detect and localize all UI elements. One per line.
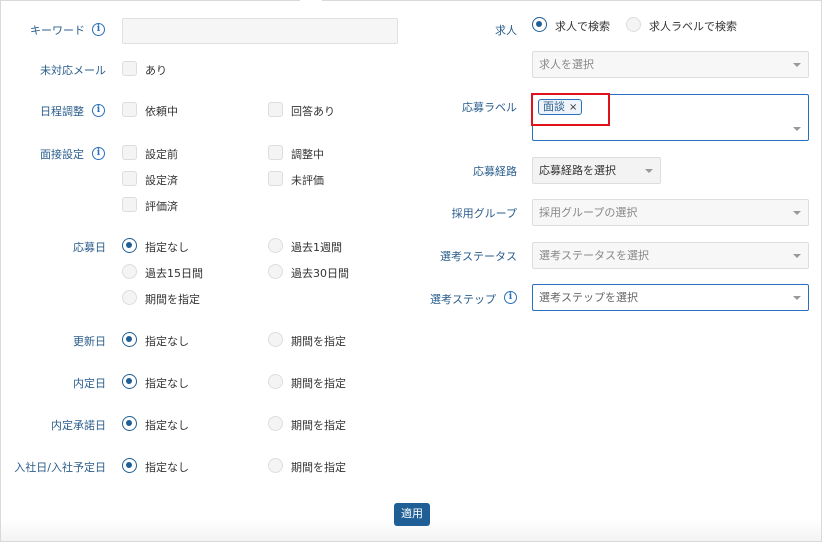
- offer-date-none-option: 指定なし: [145, 377, 189, 390]
- join-date-none-radio[interactable]: [122, 458, 137, 473]
- offer-date-none-radio[interactable]: [122, 374, 137, 389]
- interview-before-checkbox[interactable]: [122, 145, 137, 160]
- offer-date-label: 内定日: [73, 377, 106, 390]
- apply-date-none-radio[interactable]: [122, 238, 137, 253]
- apply-date-30days-radio[interactable]: [268, 264, 283, 279]
- schedule-info-icon[interactable]: i: [92, 104, 105, 117]
- update-date-range-radio[interactable]: [268, 332, 283, 347]
- unhandled-mail-label: 未対応メール: [40, 64, 106, 77]
- apply-route-placeholder: 応募経路を選択: [539, 164, 616, 177]
- apply-date-none-option: 指定なし: [145, 241, 189, 254]
- selection-step-info-icon[interactable]: i: [504, 291, 517, 304]
- job-select-placeholder: 求人を選択: [539, 58, 594, 71]
- unhandled-mail-option: あり: [145, 64, 167, 77]
- selection-status-placeholder: 選考ステータスを選択: [539, 249, 649, 262]
- offer-accept-date-range-option: 期間を指定: [291, 419, 346, 432]
- join-date-none-option: 指定なし: [145, 461, 189, 474]
- chevron-down-icon: [645, 169, 653, 173]
- schedule-answered-checkbox[interactable]: [268, 102, 283, 117]
- highlight-box: [531, 93, 610, 126]
- recruit-group-placeholder: 採用グループの選択: [539, 206, 638, 219]
- selection-status-label: 選考ステータス: [440, 250, 517, 263]
- interview-evaluated-checkbox[interactable]: [122, 197, 137, 212]
- selection-step-placeholder: 選考ステップを選択: [539, 291, 638, 304]
- interview-set-checkbox[interactable]: [122, 171, 137, 186]
- job-label: 求人: [495, 24, 517, 37]
- apply-button[interactable]: 適用: [394, 503, 430, 526]
- interview-setting-label: 面接設定: [40, 148, 84, 161]
- apply-date-range-radio[interactable]: [122, 290, 137, 305]
- join-date-range-option: 期間を指定: [291, 461, 346, 474]
- apply-route-label: 応募経路: [473, 165, 517, 178]
- apply-date-label: 応募日: [73, 241, 106, 254]
- job-label-search-radio[interactable]: [626, 17, 641, 32]
- offer-accept-date-none-radio[interactable]: [122, 416, 137, 431]
- job-select[interactable]: 求人を選択: [532, 51, 809, 78]
- offer-accept-date-range-radio[interactable]: [268, 416, 283, 431]
- chevron-down-icon: [793, 296, 801, 300]
- update-date-none-option: 指定なし: [145, 335, 189, 348]
- offer-date-range-option: 期間を指定: [291, 377, 346, 390]
- chevron-down-icon: [793, 63, 801, 67]
- unhandled-mail-checkbox[interactable]: [122, 61, 137, 76]
- offer-date-range-radio[interactable]: [268, 374, 283, 389]
- keyword-info-icon[interactable]: i: [92, 23, 105, 36]
- keyword-input[interactable]: [122, 18, 398, 44]
- offer-accept-date-none-option: 指定なし: [145, 419, 189, 432]
- job-search-radio[interactable]: [532, 17, 547, 32]
- schedule-label: 日程調整: [40, 105, 84, 118]
- interview-unevaluated-checkbox[interactable]: [268, 171, 283, 186]
- update-date-none-radio[interactable]: [122, 332, 137, 347]
- job-label-search-option: 求人ラベルで検索: [649, 20, 737, 33]
- chevron-down-icon: [793, 211, 801, 215]
- join-date-range-radio[interactable]: [268, 458, 283, 473]
- interview-setting-info-icon[interactable]: i: [92, 147, 105, 160]
- interview-evaluated-option: 評価済: [145, 200, 178, 213]
- schedule-requesting-option: 依頼中: [145, 105, 178, 118]
- interview-before-option: 設定前: [145, 148, 178, 161]
- schedule-requesting-checkbox[interactable]: [122, 102, 137, 117]
- recruit-group-label: 採用グループ: [451, 207, 517, 220]
- interview-set-option: 設定済: [145, 174, 178, 187]
- update-date-label: 更新日: [73, 335, 106, 348]
- apply-date-15days-radio[interactable]: [122, 264, 137, 279]
- selection-step-label: 選考ステップ: [430, 293, 496, 306]
- top-notch: [300, 0, 322, 2]
- offer-accept-date-label: 内定承諾日: [51, 419, 106, 432]
- apply-date-range-option: 期間を指定: [145, 293, 200, 306]
- apply-date-1week-radio[interactable]: [268, 238, 283, 253]
- apply-date-30days-option: 過去30日間: [291, 267, 349, 280]
- apply-date-1week-option: 過去1週間: [291, 241, 342, 254]
- job-search-option: 求人で検索: [555, 20, 610, 33]
- selection-status-select[interactable]: 選考ステータスを選択: [532, 242, 809, 269]
- selection-step-select[interactable]: 選考ステップを選択: [532, 284, 809, 311]
- apply-label-label: 応募ラベル: [462, 101, 517, 114]
- schedule-answered-option: 回答あり: [291, 105, 335, 118]
- join-date-label: 入社日/入社予定日: [14, 461, 106, 474]
- apply-route-select[interactable]: 応募経路を選択: [532, 157, 661, 184]
- recruit-group-select[interactable]: 採用グループの選択: [532, 199, 809, 226]
- interview-unevaluated-option: 未評価: [291, 174, 324, 187]
- chevron-down-icon: [793, 254, 801, 258]
- keyword-label: キーワード: [30, 24, 85, 37]
- chevron-down-icon: [793, 127, 801, 131]
- apply-date-15days-option: 過去15日間: [145, 267, 203, 280]
- interview-adjusting-checkbox[interactable]: [268, 145, 283, 160]
- interview-adjusting-option: 調整中: [291, 148, 324, 161]
- update-date-range-option: 期間を指定: [291, 335, 346, 348]
